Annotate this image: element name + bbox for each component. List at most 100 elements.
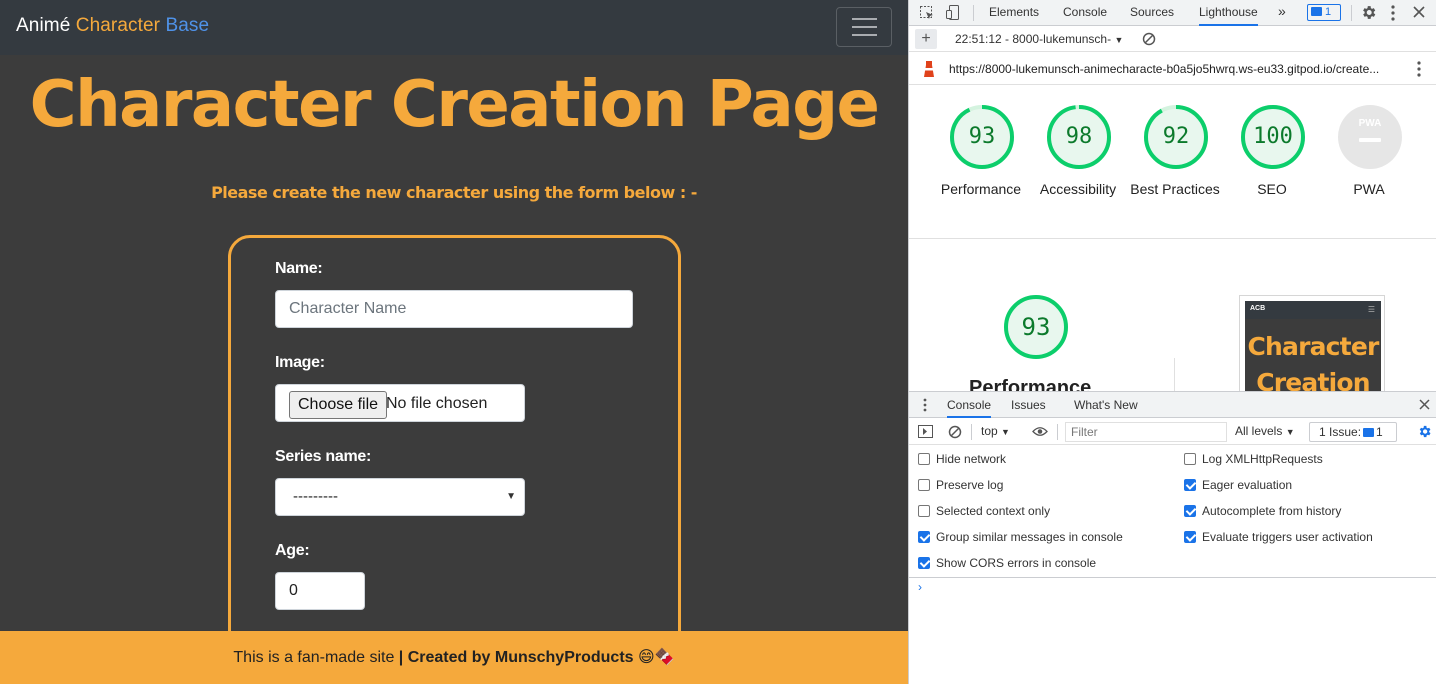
series-select[interactable]: --------- ▼	[275, 478, 525, 516]
section-divider	[909, 238, 1436, 239]
gear-icon[interactable]	[1360, 4, 1377, 21]
more-tabs-button[interactable]: »	[1278, 3, 1286, 19]
toolbar-divider	[971, 424, 972, 440]
page-subtitle: Please create the new character using th…	[211, 183, 697, 202]
hamburger-icon: ☰	[1367, 305, 1375, 314]
kebab-menu-icon[interactable]	[1390, 4, 1396, 22]
tab-lighthouse[interactable]: Lighthouse	[1199, 5, 1258, 26]
checkbox-label: Eager evaluation	[1202, 478, 1293, 492]
gauge-label-seo: SEO	[1257, 181, 1287, 197]
footer-text: This is a fan-made site	[233, 649, 395, 666]
checkbox[interactable]	[1184, 479, 1196, 491]
drawer-tab-console[interactable]: Console	[947, 398, 992, 418]
checkbox[interactable]	[918, 531, 930, 543]
devtools-tabbar: Elements Console Sources Lighthouse » 1	[909, 0, 1436, 26]
checkbox-label: Group similar messages in console	[936, 530, 1123, 544]
lighthouse-logo-icon	[924, 61, 934, 77]
log-levels-select[interactable]: All levels ▼	[1235, 424, 1295, 438]
score-gauge-seo[interactable]: 100	[1240, 104, 1306, 170]
drawer-tabbar: Console Issues What's New	[909, 392, 1436, 418]
console-drawer: Console Issues What's New top ▼ Filter A…	[909, 391, 1436, 684]
report-select-label: 22:51:12 - 8000-lukemunsch-	[955, 32, 1112, 46]
console-settings-gear-icon[interactable]	[1417, 424, 1432, 439]
chevron-down-icon: ▼	[1001, 427, 1010, 437]
tab-sources[interactable]: Sources	[1130, 5, 1174, 19]
issues-count-number: 1	[1376, 425, 1383, 439]
series-selected-value: ---------	[293, 488, 338, 505]
kebab-menu-icon[interactable]	[1416, 61, 1422, 77]
performance-detail-gauge: 93	[1003, 294, 1069, 360]
gauge-label-performance: Performance	[940, 181, 1022, 197]
choose-file-button[interactable]: Choose file	[289, 391, 388, 419]
score-value: 100	[1253, 124, 1293, 149]
checkbox[interactable]	[1184, 453, 1196, 465]
hamburger-icon-line	[852, 34, 877, 36]
checkbox[interactable]	[1184, 505, 1196, 517]
sidebar-toggle-icon[interactable]	[918, 425, 933, 438]
console-prompt-row[interactable]: ›	[909, 577, 1436, 597]
gauge-label-pwa: PWA	[1353, 181, 1385, 197]
eye-icon[interactable]	[1032, 426, 1048, 437]
name-label: Name:	[275, 260, 323, 277]
image-file-input[interactable]: Choose file No file chosen	[275, 384, 525, 422]
age-input[interactable]: 0	[275, 572, 365, 610]
image-label: Image:	[275, 354, 325, 371]
device-toolbar-icon[interactable]	[945, 4, 961, 21]
brand-word-base: Base	[165, 15, 210, 36]
inspect-element-icon[interactable]	[919, 5, 935, 21]
clear-reports-icon[interactable]	[1142, 32, 1156, 46]
thumbnail-viewport: ACB ☰ Character Creation	[1245, 301, 1381, 396]
tab-elements[interactable]: Elements	[989, 5, 1039, 19]
close-devtools-icon[interactable]	[1413, 6, 1425, 18]
navbar: Animé Character Base	[0, 0, 908, 55]
brand-logo[interactable]: Animé Character Base	[16, 15, 209, 37]
checkbox[interactable]	[918, 479, 930, 491]
score-gauge-accessibility[interactable]: 98	[1046, 104, 1112, 170]
close-drawer-icon[interactable]	[1419, 399, 1430, 410]
detail-divider	[1174, 358, 1175, 394]
lighthouse-toolbar: + 22:51:12 - 8000-lukemunsch- ▼	[909, 26, 1436, 52]
name-input[interactable]: Character Name	[275, 290, 633, 328]
issues-count-button[interactable]: 1 Issue: 1	[1309, 422, 1397, 442]
pwa-gauge[interactable]: PWA	[1337, 104, 1403, 170]
tabbar-divider	[973, 5, 974, 21]
tab-console[interactable]: Console	[1063, 5, 1107, 19]
brand-word-anime: Animé	[16, 15, 71, 36]
footer-credit: Created by MunschyProducts	[407, 649, 634, 666]
footer-separator: |	[394, 649, 408, 666]
issues-count-label: 1 Issue:	[1319, 425, 1362, 439]
checkbox[interactable]	[1184, 531, 1196, 543]
score-value: 93	[968, 124, 996, 149]
lighthouse-url-bar: https://8000-lukemunsch-animecharacte-b0…	[909, 53, 1436, 85]
navbar-toggler-button[interactable]	[836, 7, 892, 47]
drawer-tab-whats-new[interactable]: What's New	[1074, 398, 1138, 412]
pwa-badge-text: PWA	[1358, 118, 1382, 129]
report-select[interactable]: 22:51:12 - 8000-lukemunsch- ▼	[955, 32, 1123, 46]
checkbox[interactable]	[918, 453, 930, 465]
issues-badge-button[interactable]: 1	[1307, 4, 1341, 21]
score-value: 98	[1065, 124, 1093, 149]
checkbox[interactable]	[918, 557, 930, 569]
score-gauge-best-practices[interactable]: 92	[1143, 104, 1209, 170]
checkbox-label: Autocomplete from history	[1202, 504, 1342, 518]
score-gauge-performance[interactable]: 93	[949, 104, 1015, 170]
brand-word-character: Character	[75, 15, 161, 36]
new-report-button[interactable]: +	[915, 29, 937, 49]
footer: This is a fan-made site | Created by Mun…	[0, 631, 908, 684]
page-title: Character Creation Page	[29, 68, 880, 142]
age-label: Age:	[275, 542, 310, 559]
thumbnail-navbar: ACB ☰	[1245, 301, 1381, 319]
footer-emoji: 😄🍫	[638, 649, 675, 666]
console-filter-input[interactable]: Filter	[1065, 422, 1227, 442]
drawer-menu-icon[interactable]	[923, 398, 927, 412]
checkbox[interactable]	[918, 505, 930, 517]
context-select[interactable]: top ▼	[981, 424, 1010, 438]
checkbox-label: Selected context only	[936, 504, 1051, 518]
drawer-tab-issues[interactable]: Issues	[1011, 398, 1046, 412]
console-prompt: ›	[918, 580, 922, 594]
hamburger-icon-line	[852, 26, 877, 28]
hamburger-icon	[852, 18, 877, 20]
gauge-label-best-practices: Best Practices	[1130, 181, 1220, 197]
clear-console-icon[interactable]	[948, 425, 962, 439]
thumbnail-title: Character Creation	[1247, 332, 1379, 396]
